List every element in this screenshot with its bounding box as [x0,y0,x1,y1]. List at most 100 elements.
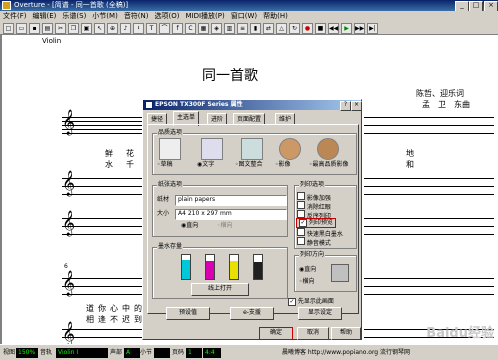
track-field[interactable]: Violin I [56,348,108,358]
treble-clef: 𝄞 [62,171,76,196]
quality-draft[interactable]: 草稿 [161,161,173,168]
text-quality-icon[interactable] [201,138,223,160]
cancel-button[interactable]: 取消 [297,327,329,340]
rewind-icon[interactable]: ◀◀ [328,22,339,34]
checkbox[interactable] [297,228,305,236]
opt-silent[interactable]: 静音模式 [307,240,331,247]
record-icon[interactable]: ● [302,22,313,34]
show-settings-button[interactable]: 显示设定 [298,307,342,320]
menu-file[interactable]: 文件(F) [0,11,30,22]
print-options-group: 列印选项 影像加强 消除红眼 反序列印 ✓ 列印预览 快速黑白墨水 静音模式 [294,181,357,249]
staff-line [62,218,144,219]
text-icon[interactable]: T [146,22,157,34]
quality-text-image[interactable]: 图文整合 [239,161,263,168]
save-icon[interactable]: ▪ [29,22,40,34]
orient-portrait[interactable]: 直向 [186,222,198,229]
print-options-label: 列印选项 [299,181,326,189]
palette-icon[interactable]: ▦ [198,22,209,34]
staff-line [62,186,144,187]
window-title: Overture - [简谱 - 同一首歌 (全稿)] [14,1,129,9]
menu-options[interactable]: 选项(O) [152,11,183,22]
help-button[interactable]: 帮助 [331,327,361,340]
page-field[interactable]: 1 [186,348,202,358]
copy-icon[interactable]: ❐ [68,22,79,34]
checkbox[interactable] [297,237,305,245]
paper-label: 纸张选项 [157,181,184,189]
measure-label: 小节 [140,349,153,356]
ok-button[interactable]: 确定 [259,327,293,340]
page-label: 页码 [172,349,185,356]
slur-icon[interactable]: ⌒ [159,22,170,34]
quality-best-photo[interactable]: 最高品质影像 [313,161,349,168]
checkbox-checked[interactable]: ✓ [299,219,307,227]
zoom-icon[interactable]: ⊕ [107,22,118,34]
dynamics-icon[interactable]: f [172,22,183,34]
menu-score[interactable]: 乐谱(S) [59,11,89,22]
quality-photo[interactable]: 影像 [279,161,291,168]
forward-icon[interactable]: ▶▶ [354,22,365,34]
lyric: 不 [110,315,118,324]
paper-type-select[interactable]: plain papers [175,195,287,206]
defaults-button[interactable]: 预设值 [166,307,210,320]
website-text: 晨曦博客 http://www.popiano.org 流行钢琴网 [282,349,411,356]
orient-landscape[interactable]: 横向 [221,222,233,229]
menu-midi[interactable]: MIDI播放(P) [183,11,228,22]
menu-window[interactable]: 窗口(W) [228,11,260,22]
staff-line [62,194,144,195]
dialog-close-button[interactable]: × [351,101,362,111]
cut-icon[interactable]: ✂ [55,22,66,34]
show-first-label[interactable]: 先显示此画面 [298,298,334,305]
menu-edit[interactable]: 编辑(E) [30,11,60,22]
open-icon[interactable]: ▭ [16,22,27,34]
note-icon[interactable]: ♪ [120,22,131,34]
opt-preview[interactable]: 列印预览 [309,219,333,226]
photo-quality-icon[interactable] [279,138,301,160]
stop-icon[interactable]: ■ [315,22,326,34]
scroll-icon[interactable]: ⇄ [263,22,274,34]
chord-icon[interactable]: C [185,22,196,34]
play-icon[interactable]: ▶ [341,22,352,34]
paper-size-select[interactable]: A4 210 x 297 mm [175,209,287,220]
support-button[interactable]: e-支援 [230,307,274,320]
app-icon[interactable] [2,1,11,10]
print-icon[interactable]: ▤ [42,22,53,34]
view-label: 视图 [3,349,16,356]
voice-field[interactable]: A [124,348,140,358]
tool-icon[interactable]: ◈ [211,22,222,34]
staff-line [364,178,494,179]
quality-text[interactable]: 文字 [202,161,214,168]
printer-properties-dialog[interactable]: EPSON TX300F Series 属性 ? × 捷径 主选单 进阶 页面配… [142,99,362,340]
mixer-icon[interactable]: ≡ [237,22,248,34]
menu-help[interactable]: 帮助(H) [260,11,291,22]
menu-note[interactable]: 音符(N) [121,11,152,22]
arrow-icon[interactable]: ↖ [94,22,105,34]
treble-clef: 𝄞 [62,211,76,236]
piano-icon[interactable]: ▮ [250,22,261,34]
text-image-quality-icon[interactable] [241,138,263,160]
paste-icon[interactable]: ▣ [81,22,92,34]
ink-label: 墨水存量 [157,243,184,251]
draft-quality-icon[interactable] [159,138,181,160]
menu-measure[interactable]: 小节(M) [89,11,121,22]
loop-icon[interactable]: ↻ [289,22,300,34]
staff-line [364,194,494,195]
rest-icon[interactable]: 𝄽 [133,22,144,34]
checkbox[interactable] [297,210,305,218]
checkbox[interactable] [297,192,305,200]
lyric: 逢 [98,315,106,324]
view-field[interactable]: 150% [16,348,38,358]
end-icon[interactable]: ▶| [367,22,378,34]
checkbox[interactable] [297,201,305,209]
layout-icon[interactable]: ▥ [224,22,235,34]
ink-online-button[interactable]: 线上打开 [191,283,249,296]
orientation-landscape[interactable]: 横向 [303,278,315,285]
orientation-portrait[interactable]: 直向 [304,266,316,273]
new-icon[interactable]: □ [3,22,14,34]
measure-field[interactable] [154,348,170,358]
metronome-icon[interactable]: △ [276,22,287,34]
lyric: 中 [122,304,130,313]
orientation-group: 列印方向 ◉直向 ◦横向 [294,251,357,292]
show-first-checkbox[interactable]: ✓ [288,298,296,306]
help-icon[interactable]: ? [340,101,351,111]
best-photo-quality-icon[interactable] [317,138,339,160]
